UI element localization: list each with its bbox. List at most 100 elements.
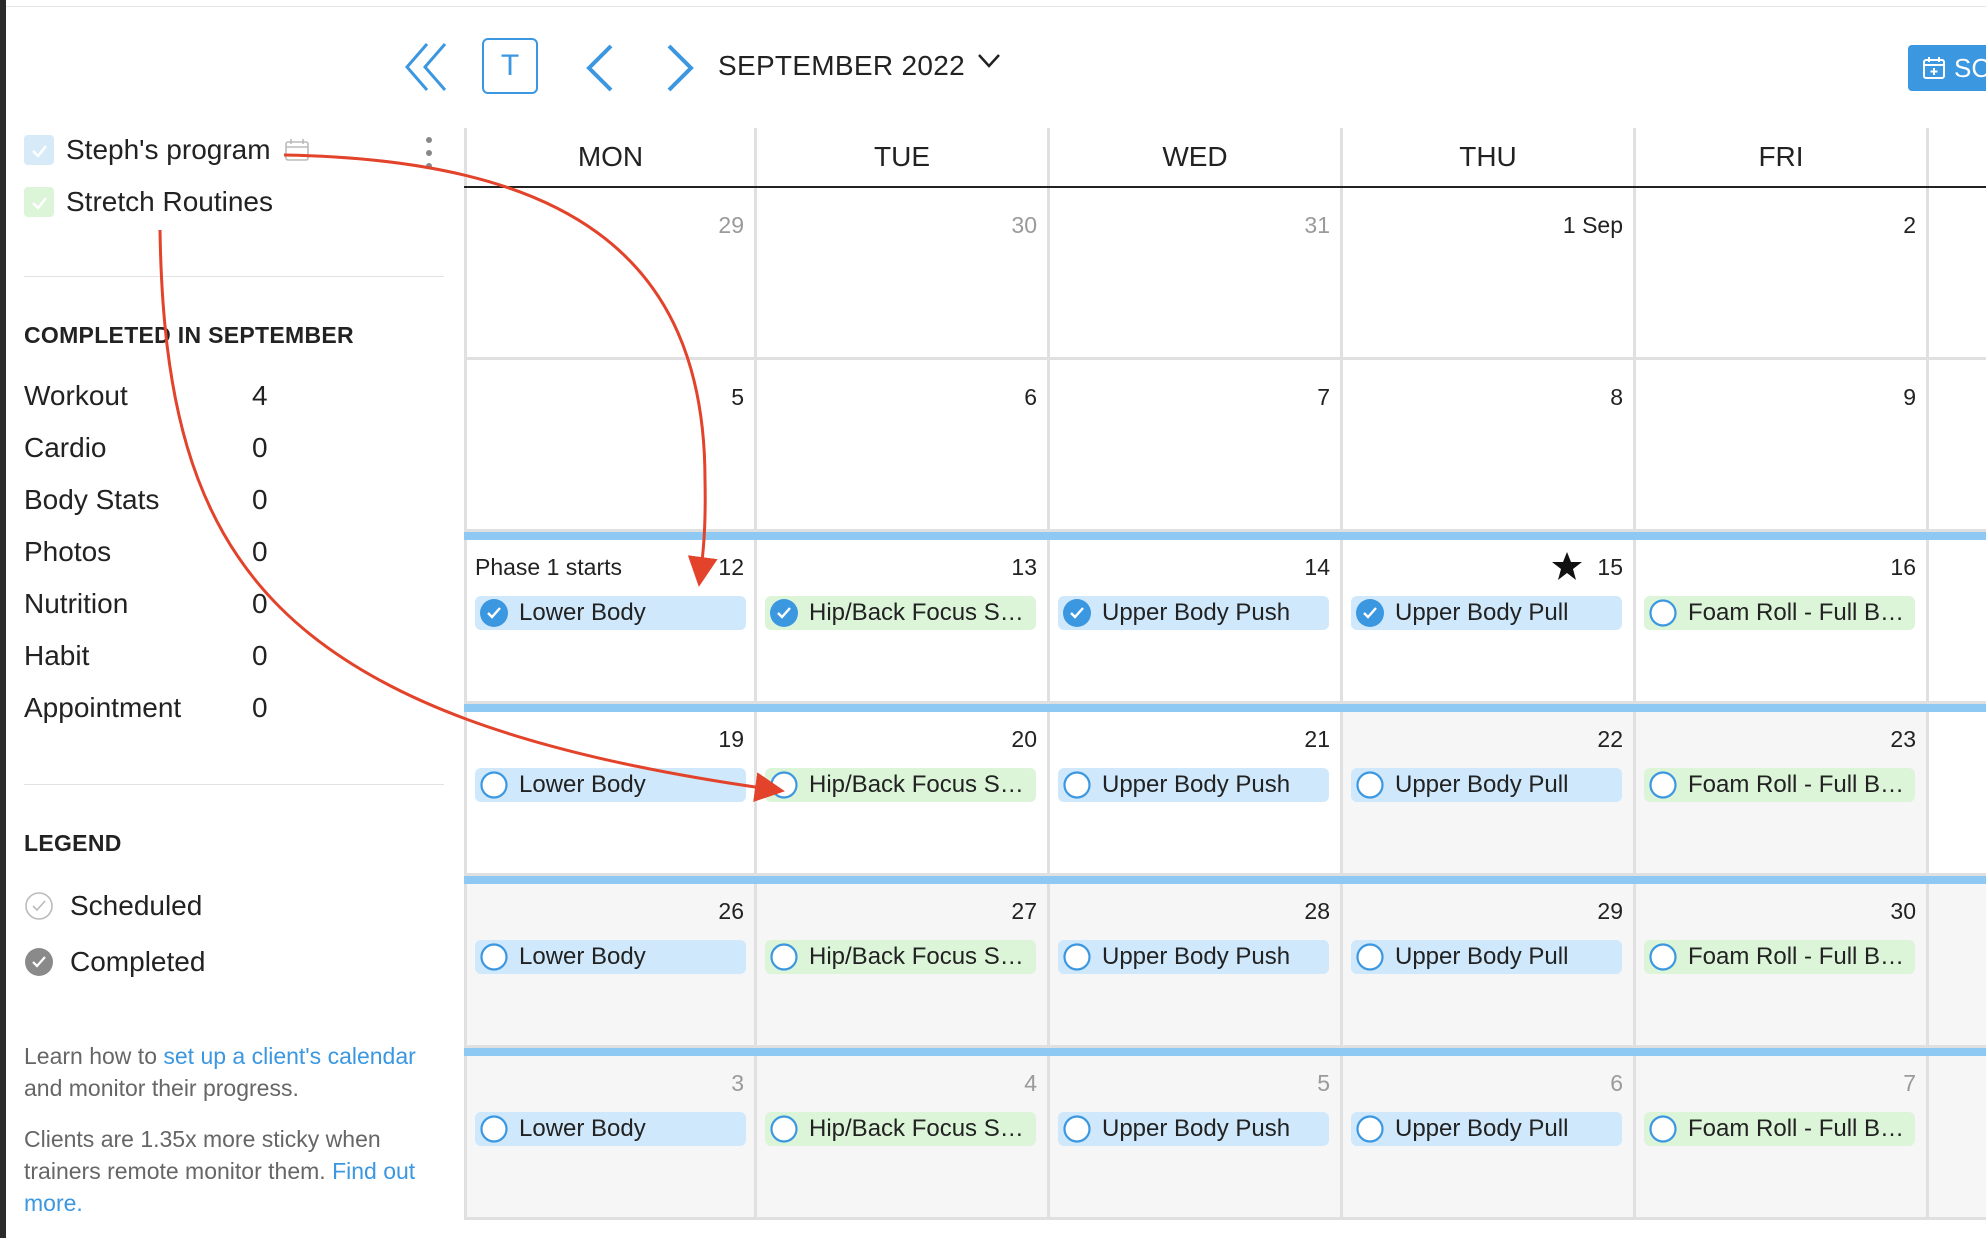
workout-event[interactable]: Hip/Back Focus Stretch [765,768,1036,802]
day-cell[interactable]: 4 Hip/Back Focus Stretch [757,1056,1050,1220]
scheduled-circle-icon[interactable] [1648,598,1678,628]
scheduled-circle-icon[interactable] [479,770,509,800]
setup-calendar-link[interactable]: set up a client's calendar [163,1043,415,1069]
day-cell-overflow [1929,1056,1986,1220]
event-label: Hip/Back Focus Stretch [809,771,1036,798]
day-cell[interactable]: 23 Foam Roll - Full Body [1636,712,1929,876]
workout-event[interactable]: Upper Body Push [1058,1112,1329,1146]
chevron-down-icon[interactable] [976,50,1002,72]
workout-event[interactable]: Upper Body Push [1058,940,1329,974]
previous-month-button[interactable] [580,42,620,94]
day-cell[interactable]: 2 [1636,188,1929,360]
day-number: 22 [1597,726,1623,752]
workout-event[interactable]: Lower Body [475,940,746,974]
scheduled-circle-icon[interactable] [1648,1114,1678,1144]
day-cell[interactable]: 12 Phase 1 starts Lower Body [464,540,757,704]
day-cell[interactable]: 7 Foam Roll - Full Body [1636,1056,1929,1220]
workout-event[interactable]: Hip/Back Focus Stretch [765,1112,1036,1146]
program-item[interactable]: Stretch Routines [24,182,273,222]
scheduled-circle-icon[interactable] [479,942,509,972]
program-item[interactable]: Steph's program [24,130,309,170]
day-cell[interactable]: 1 Sep [1343,188,1636,360]
scheduled-circle-icon[interactable] [1355,1114,1385,1144]
program-checkbox[interactable] [24,187,54,217]
stat-value: 0 [252,536,268,567]
workout-event[interactable]: Foam Roll - Full Body [1644,940,1915,974]
scheduled-circle-icon[interactable] [1355,770,1385,800]
workout-event[interactable]: Lower Body [475,596,746,630]
workout-event[interactable]: Upper Body Pull [1351,940,1622,974]
event-label: Upper Body Push [1102,771,1291,798]
workout-event[interactable]: Hip/Back Focus Stretch [765,596,1036,630]
stat-name: Body Stats [24,484,160,515]
completed-check-icon[interactable] [1355,598,1385,628]
day-cell[interactable]: 30 [757,188,1050,360]
workout-event[interactable]: Upper Body Pull [1351,768,1622,802]
day-cell[interactable]: 28 Upper Body Push [1050,884,1343,1048]
calendar-icon[interactable] [284,139,309,161]
workout-event[interactable]: Upper Body Pull [1351,596,1622,630]
day-cell[interactable]: 13 Hip/Back Focus Stretch [757,540,1050,704]
stat-name: Cardio [24,432,107,463]
day-cell[interactable]: 16 Foam Roll - Full Body [1636,540,1929,704]
more-options-icon[interactable] [424,136,434,170]
completed-check-icon[interactable] [1062,598,1092,628]
day-number: 5 [731,384,744,410]
day-cell[interactable]: 26 Lower Body [464,884,757,1048]
day-cell[interactable]: 5 Upper Body Push [1050,1056,1343,1220]
day-number: 8 [1610,384,1623,410]
day-cell[interactable]: 7 [1050,360,1343,532]
scheduled-circle-icon[interactable] [1648,942,1678,972]
day-cell[interactable]: 8 [1343,360,1636,532]
day-cell[interactable]: 14 Upper Body Push [1050,540,1343,704]
day-cell[interactable]: 15 Upper Body Pull [1343,540,1636,704]
scheduled-circle-icon[interactable] [769,942,799,972]
workout-event[interactable]: Upper Body Pull [1351,1112,1622,1146]
next-month-button[interactable] [660,42,700,94]
completed-check-icon[interactable] [479,598,509,628]
day-cell[interactable]: 5 [464,360,757,532]
day-cell[interactable]: 6 [757,360,1050,532]
weekday-wed: WED [1050,128,1343,186]
day-number: 6 [1024,384,1037,410]
day-cell[interactable]: 6 Upper Body Pull [1343,1056,1636,1220]
day-cell[interactable]: 27 Hip/Back Focus Stretch [757,884,1050,1048]
workout-event[interactable]: Foam Roll - Full Body [1644,596,1915,630]
completed-check-icon [25,948,53,976]
today-button[interactable]: T [482,38,538,94]
workout-event[interactable]: Foam Roll - Full Body [1644,768,1915,802]
day-cell[interactable]: 19 Lower Body [464,712,757,876]
workout-event[interactable]: Foam Roll - Full Body [1644,1112,1915,1146]
day-cell[interactable]: 31 [1050,188,1343,360]
program-checkbox[interactable] [24,135,54,165]
scheduled-circle-icon[interactable] [1355,942,1385,972]
workout-event[interactable]: Upper Body Push [1058,768,1329,802]
stat-row: Cardio 0 [24,432,284,472]
day-cell[interactable]: 21 Upper Body Push [1050,712,1343,876]
day-number: 12 [718,554,744,580]
day-cell[interactable]: 20 Hip/Back Focus Stretch [757,712,1050,876]
scheduled-circle-icon[interactable] [1062,942,1092,972]
collapse-sidebar-button[interactable] [400,40,452,94]
scheduled-circle-icon[interactable] [1648,770,1678,800]
scheduled-circle-icon[interactable] [769,770,799,800]
day-cell[interactable]: 30 Foam Roll - Full Body [1636,884,1929,1048]
day-cell[interactable]: 9 [1636,360,1929,532]
check-icon [32,145,47,158]
schedule-button[interactable]: SC [1908,45,1986,91]
scheduled-circle-icon[interactable] [479,1114,509,1144]
day-cell[interactable]: 22 Upper Body Pull [1343,712,1636,876]
workout-event[interactable]: Lower Body [475,768,746,802]
workout-event[interactable]: Hip/Back Focus Stretch [765,940,1036,974]
day-cell[interactable]: 3 Lower Body [464,1056,757,1220]
scheduled-circle-icon[interactable] [769,1114,799,1144]
day-number: 16 [1890,554,1916,580]
workout-event[interactable]: Lower Body [475,1112,746,1146]
scheduled-circle-icon[interactable] [1062,1114,1092,1144]
month-title[interactable]: SEPTEMBER 2022 [718,50,965,82]
scheduled-circle-icon[interactable] [1062,770,1092,800]
workout-event[interactable]: Upper Body Push [1058,596,1329,630]
day-cell[interactable]: 29 [464,188,757,360]
day-cell[interactable]: 29 Upper Body Pull [1343,884,1636,1048]
completed-check-icon[interactable] [769,598,799,628]
